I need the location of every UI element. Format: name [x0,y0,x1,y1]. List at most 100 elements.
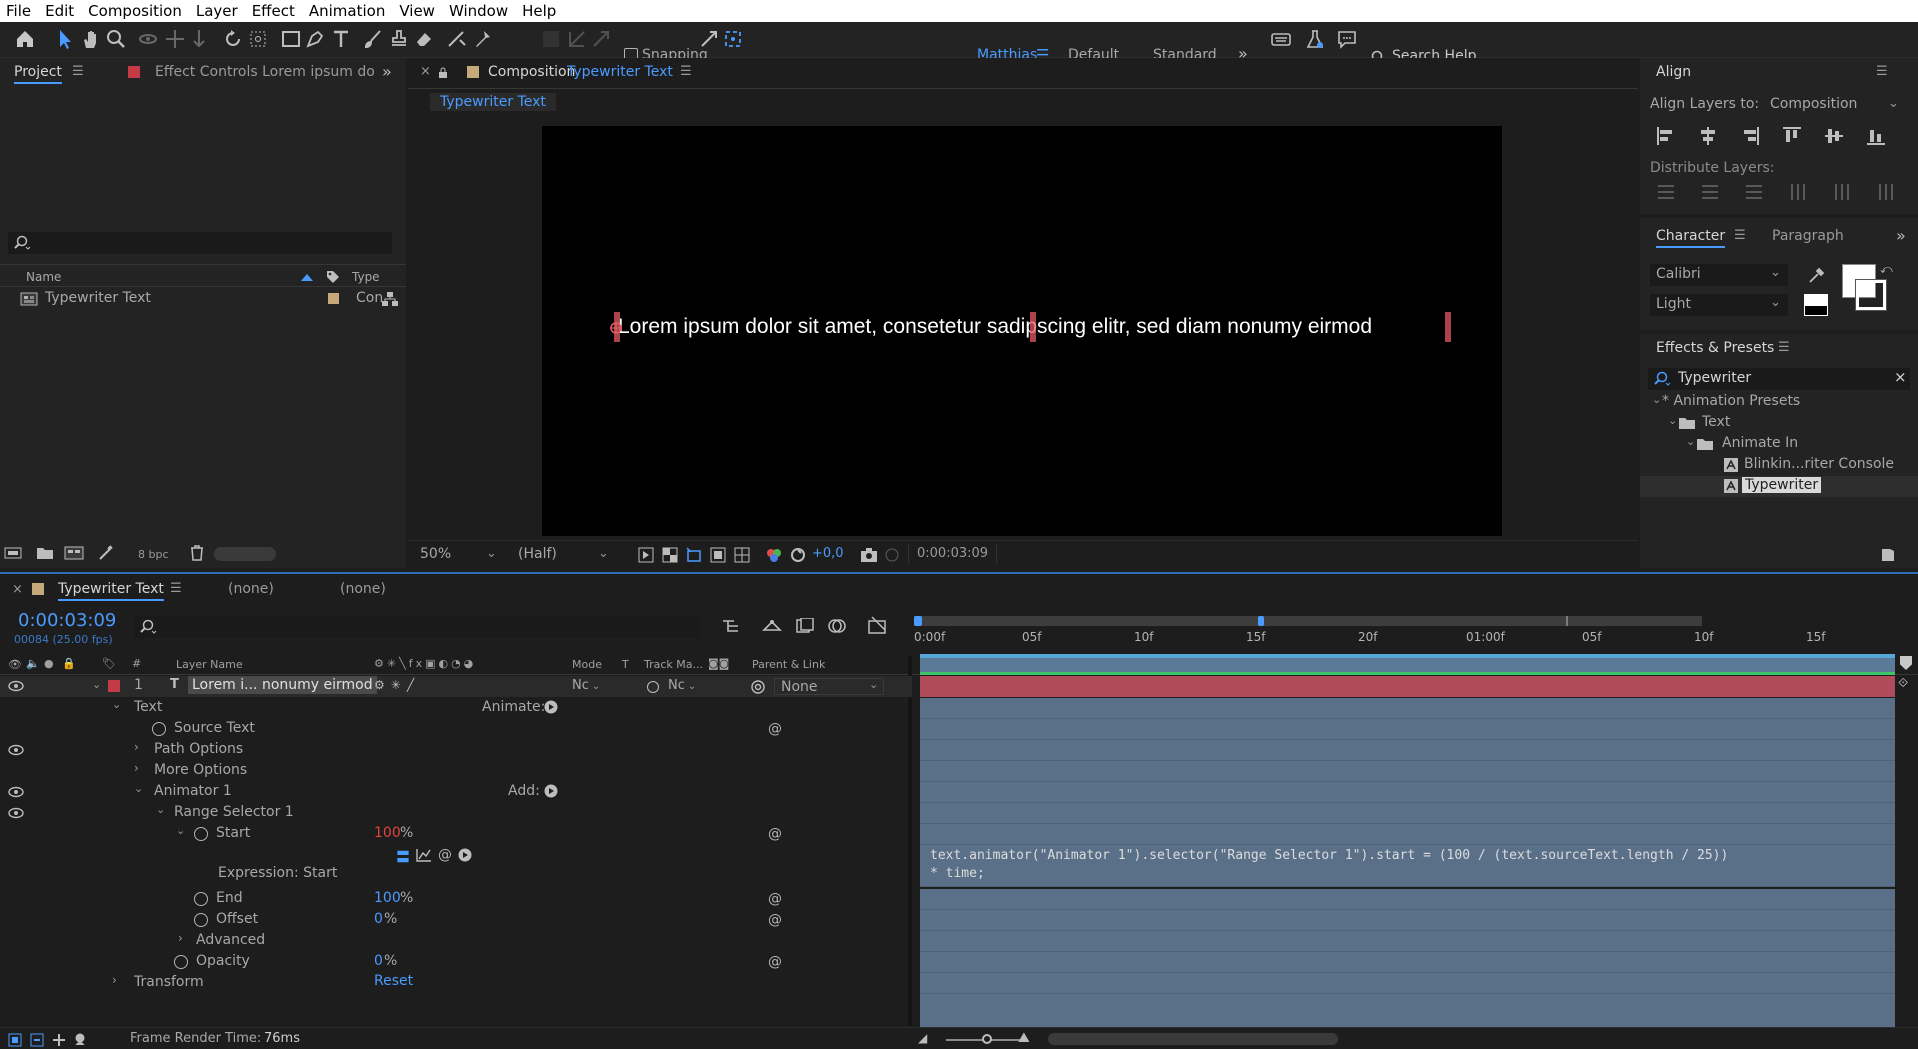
exposure-value[interactable]: +0,0 [812,546,844,561]
resolution-dropdown[interactable]: (Half) ⌄ [512,544,612,566]
rotate-tool-icon[interactable] [222,28,246,52]
expression-pick-whip-icon[interactable]: @ [438,848,452,862]
region-of-interest-icon[interactable] [710,547,726,563]
end-work-area-marker[interactable] [1900,656,1912,670]
property-row-offset[interactable]: Offset 0 % @ [0,910,912,931]
track-matte-header[interactable]: Track Ma... [644,658,703,671]
property-track[interactable] [920,889,1895,910]
composition-tab-prefix[interactable]: Composition [488,64,575,80]
chat-bubble-icon[interactable] [1336,28,1360,52]
selection-tool-icon[interactable] [54,28,78,52]
magnification-dropdown[interactable]: 50% ⌄ [414,544,502,566]
solo-icon[interactable]: ● [44,657,54,670]
beta-flask-icon[interactable] [1304,28,1328,52]
home-icon[interactable] [14,28,38,52]
distribute-right-icon[interactable] [1876,182,1896,202]
timeline-scrollbar[interactable] [1048,1033,1338,1045]
pen-tool-icon[interactable] [304,28,328,52]
font-family-dropdown[interactable]: Calibri ⌄ [1650,264,1788,286]
opacity-value[interactable]: 0 [374,953,383,969]
keyboard-icon[interactable] [1270,28,1294,52]
layer-name-header[interactable]: Layer Name [176,658,243,671]
align-top-icon[interactable] [1782,126,1802,146]
zoom-out-icon[interactable]: ◢ [918,1031,927,1045]
work-area-bar[interactable] [914,616,1702,626]
trash-icon[interactable] [190,545,204,561]
composition-canvas[interactable]: Lorem ipsum dolor sit amet, consetetur s… [542,126,1502,536]
project-search-input[interactable] [8,232,392,254]
property-track[interactable] [920,803,1895,824]
tree-item-animate-in[interactable]: ⌄ Animate In [1648,434,1910,455]
axis-local-icon[interactable] [540,28,564,52]
canvas-text-layer[interactable]: Lorem ipsum dolor sit amet, consetetur s… [618,315,1372,339]
panel-overflow-icon[interactable]: » [382,62,392,81]
stopwatch-icon[interactable] [152,722,166,736]
stopwatch-icon[interactable] [194,827,208,841]
fast-previews-icon[interactable] [638,547,654,563]
expression-graph-icon[interactable] [416,848,432,862]
distribute-vcenter-icon[interactable] [1700,182,1720,202]
project-menu-icon[interactable]: ☰ [72,64,84,79]
menu-view[interactable]: View [399,2,435,20]
mask-visibility-icon[interactable] [686,547,702,563]
axis-world-icon[interactable] [566,28,590,52]
property-row-range-selector[interactable]: ⌄ Range Selector 1 [0,803,912,824]
eye-icon[interactable] [8,680,24,692]
effects-menu-icon[interactable]: ☰ [1778,340,1790,355]
clone-stamp-tool-icon[interactable] [388,28,412,52]
layer-duration-bar[interactable] [920,676,1895,697]
render-queue-tab[interactable]: (none) [228,581,274,597]
tab-character[interactable]: Character [1656,228,1726,248]
menu-layer[interactable]: Layer [196,2,238,20]
anchor-point-tool-icon[interactable] [247,28,271,52]
parent-dropdown[interactable]: None ⌄ [774,678,884,695]
menu-effect[interactable]: Effect [252,2,295,20]
eye-icon[interactable] [8,744,24,756]
property-track[interactable] [920,740,1895,761]
expression-row[interactable]: 〓 @ Expression: Start [0,845,912,887]
chevron-right-icon[interactable]: › [112,973,117,987]
align-horizontal-center-icon[interactable] [1698,126,1718,146]
text-bounding-handle-mid[interactable] [1030,312,1036,342]
expression-editor[interactable]: text.animator("Animator 1").selector("Ra… [920,845,1895,887]
clear-search-icon[interactable]: × [1894,368,1907,386]
tree-item-blinking-typewriter-console[interactable]: Blinkin...riter Console [1648,455,1910,476]
pick-whip-icon[interactable]: @ [768,955,782,969]
layer-track-matte-dropdown[interactable]: Nc ⌄ [668,678,708,695]
distribute-bottom-icon[interactable] [1744,182,1764,202]
property-row-text[interactable]: ⌄ Text Animate: [0,698,912,719]
eye-icon[interactable] [8,786,24,798]
bit-depth-button[interactable]: 8 bpc [138,548,169,561]
orbit-tool-icon[interactable] [137,28,161,52]
composition-tab-name[interactable]: Typewriter Text [567,64,673,80]
column-name-header[interactable]: Name [26,270,61,284]
font-style-dropdown[interactable]: Light ⌄ [1650,294,1788,316]
property-track[interactable] [920,824,1895,845]
column-type-header[interactable]: Type [352,270,380,284]
lock-icon[interactable] [438,67,448,79]
thumbnail-scale-slider[interactable] [214,547,276,561]
cti-marker[interactable] [1258,616,1264,626]
timeline-tab[interactable]: Typewriter Text [58,581,164,601]
start-value[interactable]: 100 [374,825,401,841]
align-bottom-icon[interactable] [1866,126,1886,146]
grid-guides-icon[interactable] [734,547,750,563]
eye-icon[interactable] [8,807,24,819]
chevron-down-icon[interactable]: ⌄ [156,803,165,816]
distribute-left-icon[interactable] [1788,182,1808,202]
property-row-more-options[interactable]: › More Options [0,761,912,782]
timeline-zoom-handle[interactable] [982,1034,992,1044]
flowchart-tab[interactable]: (none) [340,581,386,597]
align-vertical-center-icon[interactable] [1824,126,1844,146]
axis-view-icon[interactable] [590,28,614,52]
align-left-icon[interactable] [1656,126,1676,146]
color-channels-icon[interactable] [766,547,782,563]
timeline-search-input[interactable] [134,616,700,638]
property-row-animator[interactable]: ⌄ Animator 1 Add: [0,782,912,803]
property-row-path-options[interactable]: › Path Options [0,740,912,761]
current-time-display[interactable]: 0:00:03:09 [18,610,116,631]
property-track[interactable] [920,910,1895,931]
parent-link-header[interactable]: Parent & Link [752,658,825,671]
pick-whip-icon[interactable] [750,679,766,695]
menu-window[interactable]: Window [449,2,508,20]
